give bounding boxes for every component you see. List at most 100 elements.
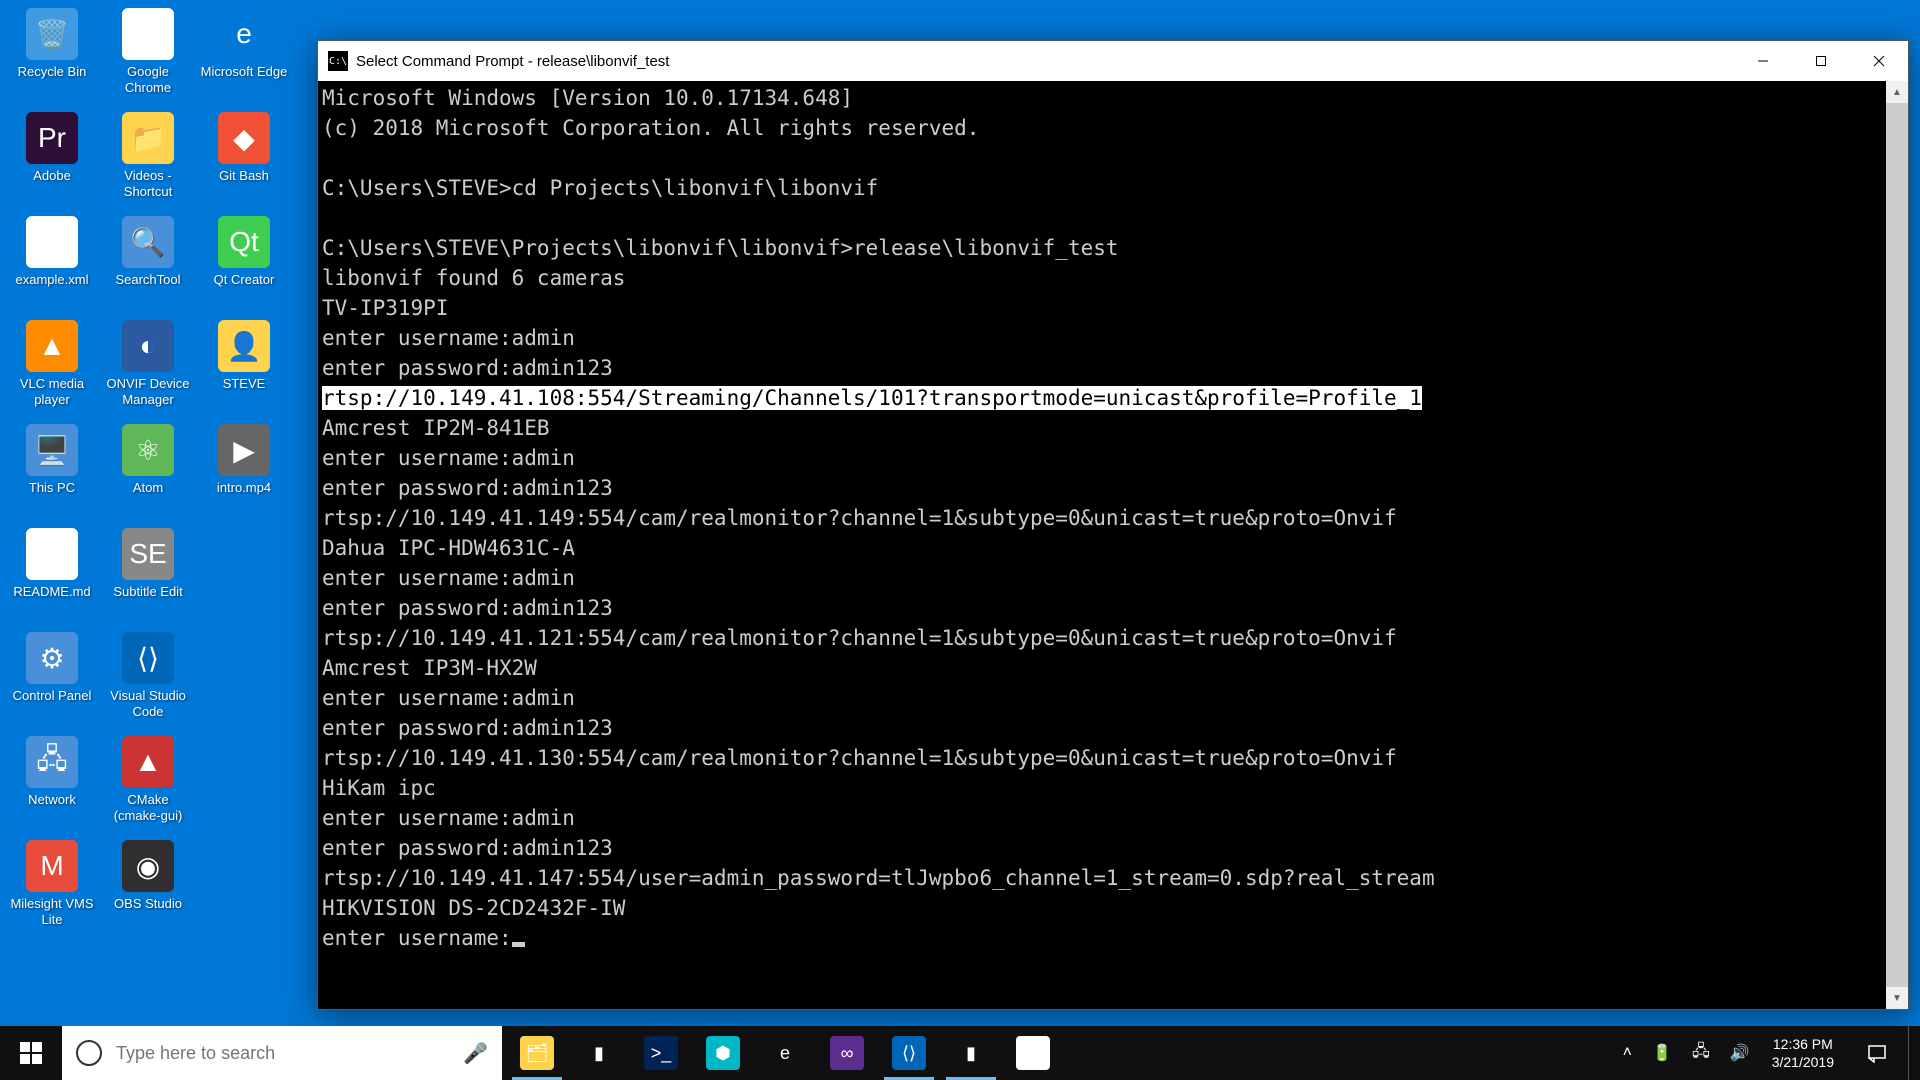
terminal-line: Dahua IPC-HDW4631C-A [322,533,1882,563]
scrollbar[interactable]: ▲ ▼ [1886,81,1908,1009]
cortana-icon [76,1040,102,1066]
maximize-button[interactable] [1792,41,1850,81]
icon-label: Network [28,792,76,808]
desktop-icon-videos-shortcut[interactable]: 📁Videos - Shortcut [100,108,196,212]
terminal-line: C:\Users\STEVE>cd Projects\libonvif\libo… [322,173,1882,203]
cmd-icon: ▮ [582,1036,616,1070]
icon-label: Google Chrome [103,64,193,95]
desktop-icon-this-pc[interactable]: 🖥️This PC [4,420,100,524]
app-icon: ▶ [218,424,270,476]
taskbar-app-ie[interactable]: e [754,1026,816,1080]
app-icon: e [26,216,78,268]
app-icon: Qt [218,216,270,268]
terminal-line: Amcrest IP2M-841EB [322,413,1882,443]
desktop-icon-onvif-device-manager[interactable]: ◐ONVIF Device Manager [100,316,196,420]
terminal-line: rtsp://10.149.41.108:554/Streaming/Chann… [322,383,1882,413]
desktop-icon-vlc-media-player[interactable]: ▲VLC media player [4,316,100,420]
app-icon: 🗑️ [26,8,78,60]
desktop[interactable]: 🗑️Recycle BinPrAdobeeexample.xml▲VLC med… [0,0,1920,1026]
file-explorer-icon: 🗂 [520,1036,554,1070]
icon-label: Recycle Bin [18,64,87,80]
taskbar-app-file-explorer[interactable]: 🗂 [506,1026,568,1080]
desktop-icon-git-bash[interactable]: ◆Git Bash [196,108,292,212]
icon-label: Atom [133,480,163,496]
desktop-icon-obs-studio[interactable]: ◉ OBS Studio [100,836,196,940]
vscode-icon: ⟨⟩ [892,1036,926,1070]
desktop-icon-adobe[interactable]: PrAdobe [4,108,100,212]
app-icon: ◉ [122,840,174,892]
terminal-line: enter username:admin [322,323,1882,353]
terminal-line: enter username:admin [322,803,1882,833]
clock[interactable]: 12:36 PM 3/21/2019 [1760,1026,1846,1080]
desktop-icon-milesight-vms-lite[interactable]: MMilesight VMS Lite [4,836,100,940]
power-icon[interactable]: 🔋 [1642,1026,1682,1080]
cmd-running-icon: ▮ [954,1036,988,1070]
icon-label: STEVE [223,376,266,392]
scroll-up-button[interactable]: ▲ [1886,81,1908,103]
desktop-icon-recycle-bin[interactable]: 🗑️ Recycle Bin [4,4,100,108]
minimize-button[interactable] [1734,41,1792,81]
icon-label: VLC media player [7,376,97,407]
show-desktop-button[interactable] [1908,1026,1916,1080]
terminal-line: TV-IP319PI [322,293,1882,323]
icon-label: OBS Studio [114,896,182,912]
terminal-line: libonvif found 6 cameras [322,263,1882,293]
desktop-icon-cmake-cmake-gui-[interactable]: ▲CMake (cmake-gui) [100,732,196,836]
taskbar-app-visual-studio[interactable]: ∞ [816,1026,878,1080]
desktop-icon-steve[interactable]: 👤 STEVE [196,316,292,420]
scroll-down-button[interactable]: ▼ [1886,987,1908,1009]
desktop-icon-qt-creator[interactable]: Qt Qt Creator [196,212,292,316]
icon-label: SearchTool [115,272,180,288]
desktop-icon-searchtool[interactable]: 🔍 SearchTool [100,212,196,316]
taskbar-app-powershell[interactable]: >_ [630,1026,692,1080]
taskbar-app-chrome[interactable]: ◉ [1002,1026,1064,1080]
desktop-icon-intro-mp4[interactable]: ▶intro.mp4 [196,420,292,524]
cmd-icon: C:\ [328,51,348,71]
close-button[interactable] [1850,41,1908,81]
scroll-track[interactable] [1886,103,1908,987]
desktop-icon-network[interactable]: 🖧 Network [4,732,100,836]
desktop-icon-google-chrome[interactable]: ◉Google Chrome [100,4,196,108]
terminal-line: rtsp://10.149.41.121:554/cam/realmonitor… [322,623,1882,653]
desktop-icon-atom[interactable]: ⚛Atom [100,420,196,524]
taskbar-app-cmd-running[interactable]: ▮ [940,1026,1002,1080]
store-icon: ⬢ [706,1036,740,1070]
window-titlebar[interactable]: C:\ Select Command Prompt - release\libo… [318,41,1908,81]
app-icon: 🔍 [122,216,174,268]
search-box[interactable]: 🎤 [62,1026,502,1080]
search-input[interactable] [116,1043,449,1064]
app-icon: SE [122,528,174,580]
desktop-icon-visual-studio-code[interactable]: ⟨⟩Visual Studio Code [100,628,196,732]
icon-label: Control Panel [13,688,92,704]
desktop-icon-control-panel[interactable]: ⚙Control Panel [4,628,100,732]
clock-time: 12:36 PM [1772,1035,1834,1053]
icon-label: Qt Creator [214,272,275,288]
taskbar-app-cmd[interactable]: ▮ [568,1026,630,1080]
terminal-line: enter username:admin [322,443,1882,473]
taskbar-app-store[interactable]: ⬢ [692,1026,754,1080]
app-icon: 🖧 [26,736,78,788]
app-icon: 👤 [218,320,270,372]
app-icon: e [218,8,270,60]
network-icon[interactable]: 🖧 [1682,1026,1720,1080]
scroll-thumb[interactable] [1886,103,1908,987]
tray-overflow-button[interactable]: ˄ [1613,1026,1642,1080]
mic-icon[interactable]: 🎤 [463,1041,488,1066]
notifications-button[interactable] [1846,1026,1908,1080]
start-button[interactable] [0,1026,62,1080]
volume-icon[interactable]: 🔊 [1720,1026,1760,1080]
desktop-icon-readme-md[interactable]: ⬇README.md [4,524,100,628]
terminal-body[interactable]: Microsoft Windows [Version 10.0.17134.64… [318,81,1886,1009]
taskbar-app-vscode[interactable]: ⟨⟩ [878,1026,940,1080]
terminal-line: enter password:admin123 [322,713,1882,743]
terminal-line: rtsp://10.149.41.130:554/cam/realmonitor… [322,743,1882,773]
terminal-cursor [512,942,525,947]
terminal-line: (c) 2018 Microsoft Corporation. All righ… [322,113,1882,143]
icon-label: Videos - Shortcut [103,168,193,199]
desktop-icon-microsoft-edge[interactable]: eMicrosoft Edge [196,4,292,108]
app-icon: ⬇ [26,528,78,580]
terminal-line: enter username:admin [322,683,1882,713]
terminal-line: enter username:admin [322,563,1882,593]
desktop-icon-example-xml[interactable]: eexample.xml [4,212,100,316]
desktop-icon-subtitle-edit[interactable]: SESubtitle Edit [100,524,196,628]
